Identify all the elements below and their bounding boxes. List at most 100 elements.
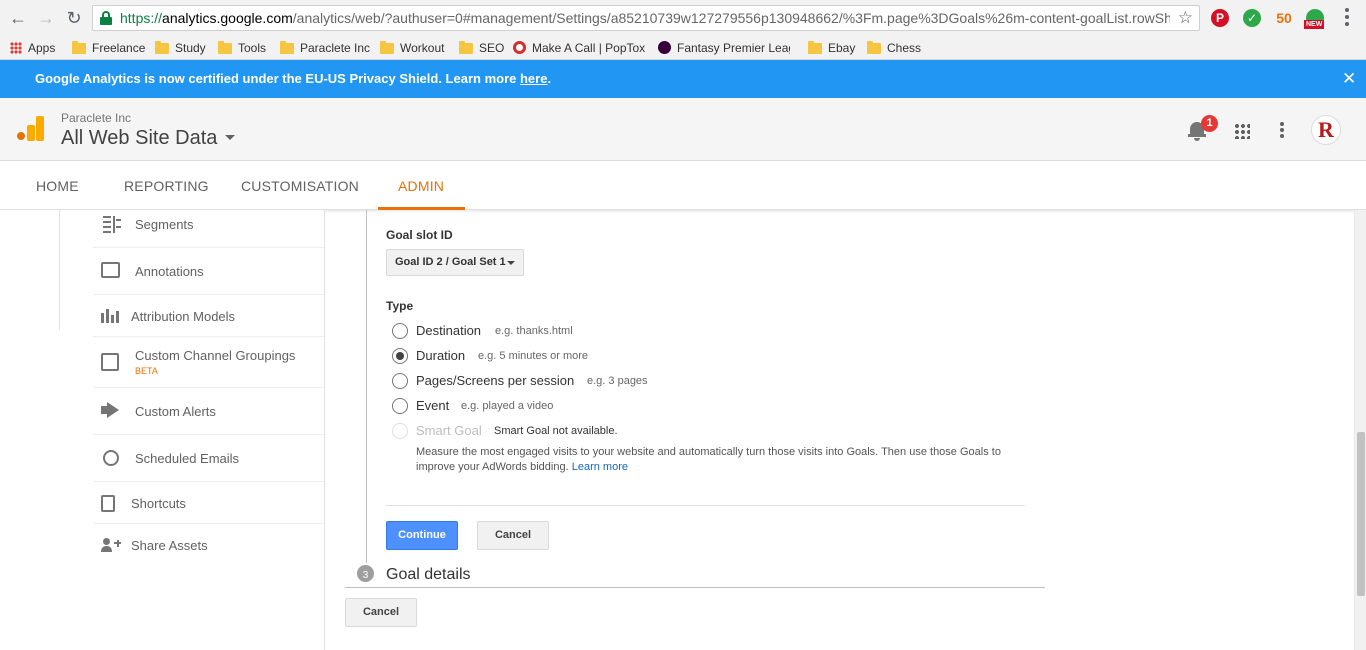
reload-icon[interactable]: ↻: [64, 8, 84, 28]
folder-icon: [380, 41, 394, 54]
bar-chart-icon: [101, 307, 123, 325]
sidebar-tree-line: [59, 210, 60, 330]
folder-icon: [72, 41, 86, 54]
beta-badge: BETA: [135, 366, 158, 376]
lock-icon: [100, 11, 112, 25]
radio-button[interactable]: [392, 398, 408, 414]
sidebar-item-label: Shortcuts: [131, 496, 186, 511]
bookmark-fantasy-premier-league[interactable]: Fantasy Premier Leagu: [658, 39, 790, 57]
sidebar-item-label: Annotations: [135, 264, 204, 279]
premier-league-icon: [658, 41, 671, 54]
radio-button[interactable]: [392, 348, 408, 364]
more-options-icon[interactable]: [1280, 122, 1284, 138]
smart-goal-description: Measure the most engaged visits to your …: [416, 446, 1001, 473]
annotations-icon: [101, 262, 120, 278]
account-name: Paraclete Inc: [61, 111, 132, 125]
bookmark-tools[interactable]: Tools: [218, 39, 266, 57]
folder-icon: [218, 41, 232, 54]
bookmark-star-icon[interactable]: ☆: [1178, 8, 1193, 28]
form-divider: [386, 505, 1025, 506]
sidebar-item-label: Custom Channel Groupings: [135, 348, 296, 363]
sidebar-item-annotations[interactable]: Annotations: [93, 248, 324, 295]
bookmark-freelance[interactable]: Freelance: [72, 39, 145, 57]
apps-launcher-icon[interactable]: [1234, 123, 1250, 139]
sidebar-item-share-assets[interactable]: Share Assets: [93, 524, 324, 566]
back-icon[interactable]: ←: [8, 8, 28, 28]
page-scrollbar[interactable]: [1354, 210, 1366, 650]
analytics-logo-icon[interactable]: [17, 116, 45, 144]
sidebar-item-segments[interactable]: Segments: [93, 210, 324, 248]
bookmarks-bar: Apps Freelance Study Tools Paraclete Inc…: [0, 36, 1366, 60]
tab-customisation[interactable]: CUSTOMISATION: [241, 178, 359, 194]
continue-button[interactable]: Continue: [386, 521, 458, 550]
notification-count-badge: 1: [1201, 115, 1218, 132]
radio-label: Duration: [416, 348, 466, 363]
scrollbar-thumb[interactable]: [1357, 432, 1365, 596]
folder-icon: [808, 41, 822, 54]
bookmark-ebay[interactable]: Ebay: [808, 39, 855, 57]
tab-home[interactable]: HOME: [36, 178, 79, 194]
radio-button[interactable]: [392, 373, 408, 389]
sidebar-item-scheduled-emails[interactable]: Scheduled Emails: [93, 435, 324, 482]
tab-admin[interactable]: ADMIN: [398, 178, 444, 194]
radio-button: [392, 423, 408, 439]
radio-hint: e.g. 3 pages: [587, 375, 648, 387]
privacy-shield-banner: Google Analytics is now certified under …: [0, 60, 1366, 98]
sidebar-item-custom-channel-groupings[interactable]: Custom Channel Groupings BETA: [93, 337, 324, 388]
address-bar[interactable]: https://analytics.google.com/analytics/w…: [92, 5, 1200, 31]
sidebar-item-label: Segments: [135, 217, 194, 232]
cancel-button[interactable]: Cancel: [477, 521, 549, 550]
learn-more-link[interactable]: Learn more: [572, 461, 628, 473]
radio-hint: Smart Goal not available.: [494, 425, 618, 437]
step-connector-line: [366, 210, 367, 566]
property-selector[interactable]: All Web Site Data: [61, 127, 236, 150]
add-person-icon: [101, 536, 123, 554]
goal-details-divider: [345, 587, 1045, 588]
goal-details-heading: Goal details: [386, 566, 471, 583]
orange-extension-icon[interactable]: 50: [1275, 9, 1293, 27]
bottom-cancel-button[interactable]: Cancel: [345, 598, 417, 627]
bookmark-paraclete-inc[interactable]: Paraclete Inc: [280, 39, 370, 57]
alarm-clock-icon: [101, 449, 123, 467]
step-number-badge: 3: [355, 563, 376, 584]
folder-icon: [280, 41, 294, 54]
bookmark-seo[interactable]: SEO: [459, 39, 504, 57]
apps-grid-icon: [10, 42, 22, 54]
caret-down-icon: [225, 135, 236, 140]
bookmark-apps[interactable]: Apps: [10, 39, 55, 57]
folder-icon: [867, 41, 881, 54]
sidebar-item-label: Share Assets: [131, 538, 208, 553]
checkmark-extension-icon[interactable]: ✓: [1243, 9, 1261, 27]
goal-slot-label: Goal slot ID: [386, 228, 453, 242]
target-icon: [513, 41, 526, 54]
close-icon[interactable]: ✕: [1342, 69, 1356, 89]
channel-groupings-icon: [101, 353, 119, 371]
new-extension-icon[interactable]: NEW: [1304, 9, 1325, 29]
browser-menu-icon[interactable]: [1345, 8, 1349, 26]
folder-icon: [155, 41, 169, 54]
sidebar-item-shortcuts[interactable]: Shortcuts: [93, 482, 324, 524]
sidebar-item-custom-alerts[interactable]: Custom Alerts: [93, 388, 324, 435]
pinterest-icon[interactable]: P: [1211, 9, 1229, 27]
avatar[interactable]: R: [1311, 115, 1341, 145]
sidebar-item-attribution-models[interactable]: Attribution Models: [93, 295, 324, 337]
goal-slot-select[interactable]: Goal ID 2 / Goal Set 1: [386, 249, 524, 276]
bookmark-poptox[interactable]: Make A Call | PopTox: [513, 39, 645, 57]
megaphone-icon: [101, 402, 123, 420]
bookmark-study[interactable]: Study: [155, 39, 206, 57]
dropdown-arrow-icon: [507, 261, 515, 265]
radio-hint: e.g. thanks.html: [495, 325, 573, 337]
radio-label: Event: [416, 398, 450, 413]
app-header: Paraclete Inc All Web Site Data: [0, 98, 1366, 161]
bookmark-workout[interactable]: Workout: [380, 39, 444, 57]
active-tab-indicator: [378, 207, 465, 210]
tab-reporting[interactable]: REPORTING: [124, 178, 209, 194]
bookmark-chess[interactable]: Chess: [867, 39, 921, 57]
radio-button[interactable]: [392, 323, 408, 339]
banner-learn-more-link[interactable]: here: [520, 71, 547, 86]
forward-icon[interactable]: →: [36, 8, 56, 28]
radio-label: Destination: [416, 323, 482, 338]
radio-label: Smart Goal: [416, 423, 482, 438]
banner-text: Google Analytics is now certified under …: [35, 71, 552, 86]
segments-icon: [101, 216, 123, 234]
